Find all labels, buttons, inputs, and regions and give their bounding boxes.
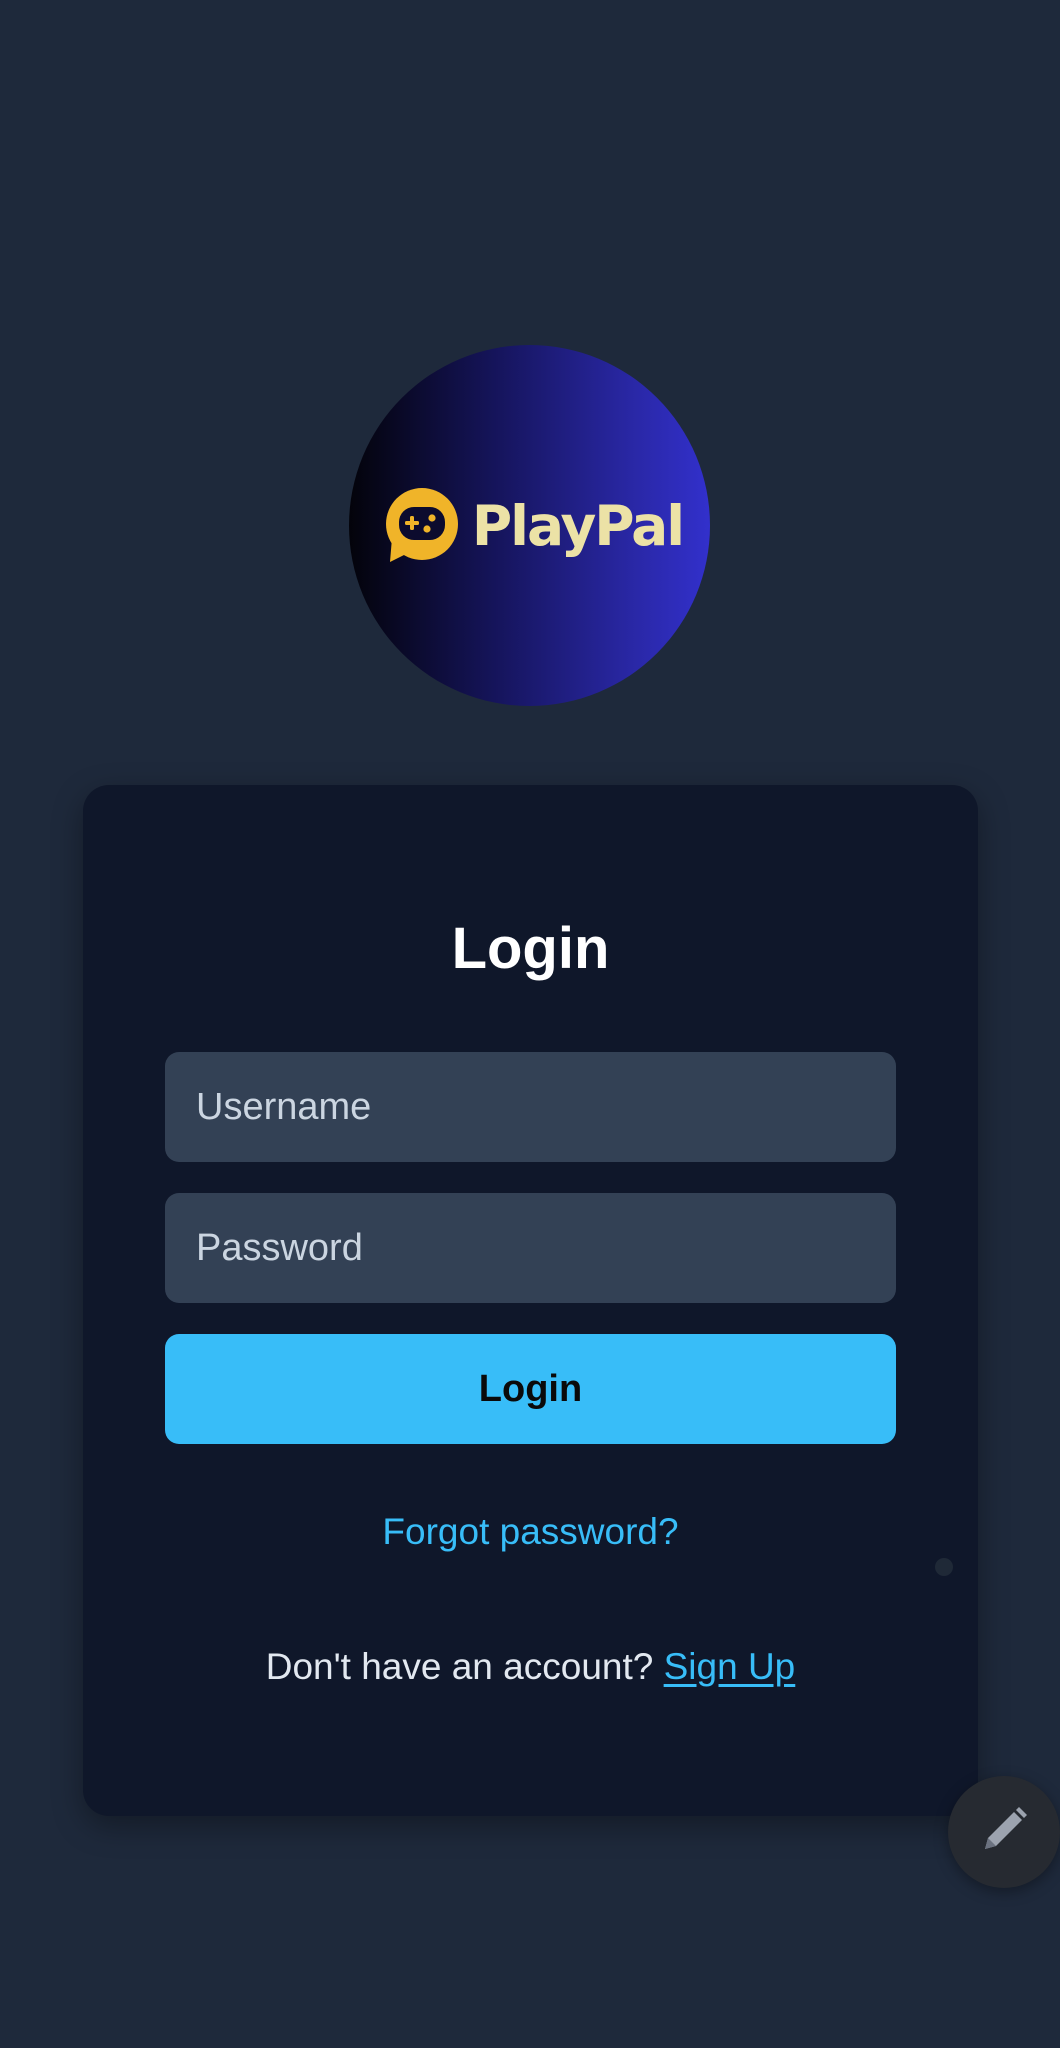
gamepad-chat-icon: [382, 486, 462, 566]
login-button[interactable]: Login: [165, 1334, 896, 1444]
forgot-password-link[interactable]: Forgot password?: [83, 1511, 978, 1553]
logo-content: PlayPal: [382, 486, 685, 566]
signup-link[interactable]: Sign Up: [664, 1646, 796, 1687]
pencil-icon: [977, 1803, 1031, 1862]
password-input[interactable]: [165, 1193, 896, 1303]
logo-text: PlayPal: [471, 493, 685, 558]
login-card: Login Login Forgot password? Don't have …: [83, 785, 978, 1816]
signup-prompt: Don't have an account? Sign Up: [83, 1646, 978, 1688]
edit-fab-button[interactable]: [948, 1776, 1060, 1888]
playpal-logo: PlayPal: [349, 345, 710, 706]
login-title: Login: [451, 916, 610, 981]
username-input[interactable]: [165, 1052, 896, 1162]
scroll-indicator: [935, 1558, 953, 1576]
signup-prompt-text: Don't have an account?: [265, 1646, 664, 1687]
